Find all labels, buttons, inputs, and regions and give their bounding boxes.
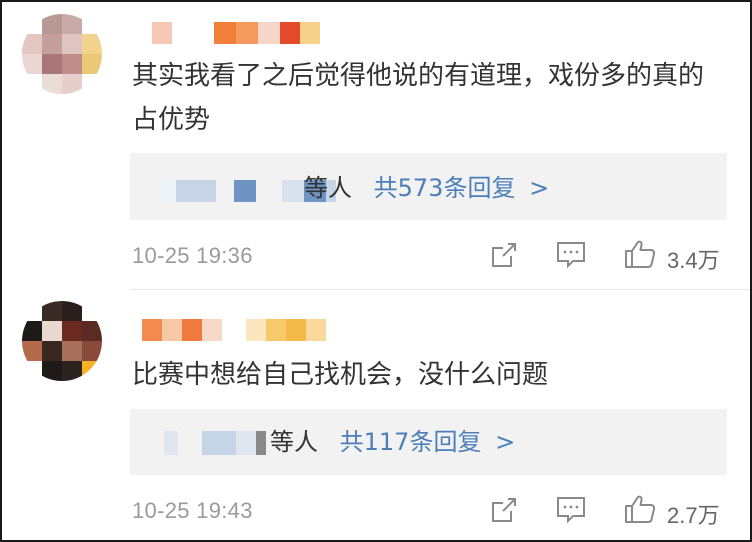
divider	[130, 289, 750, 290]
timestamp: 10-25 19:43	[132, 498, 253, 523]
comment-text: 其实我看了之后觉得他说的有道理，戏份多的真的占优势	[132, 61, 705, 135]
comment-text: 比赛中想给自己找机会，没什么问题	[132, 360, 549, 390]
share-icon[interactable]	[490, 241, 518, 273]
timestamp: 10-25 19:36	[132, 243, 253, 268]
username[interactable]	[130, 22, 320, 44]
avatar[interactable]	[22, 301, 102, 381]
chevron-right-icon: >	[495, 428, 516, 456]
reply-suffix: 等人	[304, 174, 352, 202]
reply-count-link[interactable]: 共117条回复	[340, 428, 482, 456]
comment-icon[interactable]	[556, 496, 586, 528]
chevron-right-icon: >	[529, 174, 550, 202]
like-count: 2.7万	[667, 503, 720, 528]
reply-suffix: 等人	[270, 428, 318, 456]
reply-summary[interactable]: 等人 共117条回复 >	[130, 409, 727, 475]
comment-list: 其实我看了之后觉得他说的有道理，戏份多的真的占优势 等人 共573条回复 > 1…	[0, 0, 752, 542]
comment-icon[interactable]	[556, 241, 586, 273]
like-icon[interactable]	[624, 239, 656, 273]
comment-item: 其实我看了之后觉得他说的有道理，戏份多的真的占优势 等人 共573条回复 > 1…	[2, 2, 752, 291]
comment-item: 比赛中想给自己找机会，没什么问题 等人 共117条回复 > 10-25 19:4…	[2, 291, 752, 542]
share-icon[interactable]	[490, 496, 518, 528]
reply-summary[interactable]: 等人 共573条回复 >	[130, 153, 727, 220]
reply-count-link[interactable]: 共573条回复	[374, 174, 516, 202]
avatar[interactable]	[22, 14, 102, 94]
username[interactable]	[130, 319, 326, 341]
like-count: 3.4万	[667, 248, 720, 273]
like-icon[interactable]	[624, 494, 656, 528]
replier-names	[164, 431, 266, 455]
